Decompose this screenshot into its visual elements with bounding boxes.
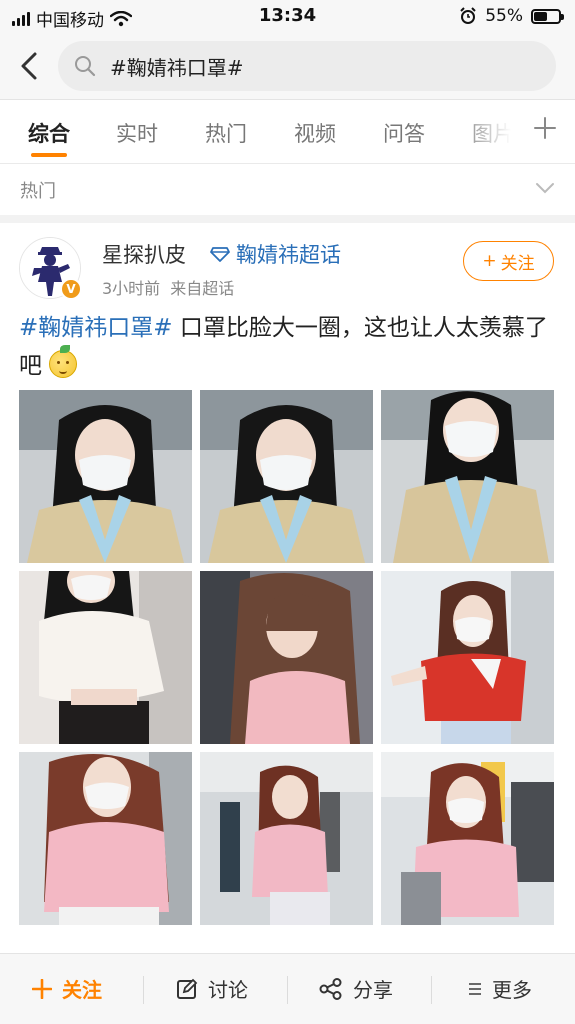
search-query[interactable]: #鞠婧祎口罩# — [110, 52, 244, 81]
plus-icon — [32, 978, 52, 999]
post-meta: 3小时前 来自超话 — [102, 275, 234, 299]
back-button[interactable] — [14, 48, 44, 84]
supertopic-label[interactable]: 鞠婧祎超话 — [236, 239, 341, 269]
plus-icon: + — [482, 251, 497, 271]
discuss-label: 讨论 — [208, 978, 248, 1002]
section-divider — [0, 215, 575, 223]
post-text: #鞠婧祎口罩# 口罩比脸大一圈，这也让人太羡慕了吧 — [19, 309, 559, 385]
photo-thumbnail[interactable] — [381, 752, 554, 925]
search-input[interactable]: #鞠婧祎口罩# — [58, 41, 556, 91]
post-card: V 星探扒皮 鞠婧祎超话 3小时前 来自超话 + 关注 #鞠婧祎口罩# 口罩比脸… — [0, 223, 575, 953]
photo-thumbnail[interactable] — [19, 390, 192, 563]
tab-video[interactable]: 视频 — [294, 118, 336, 148]
photo-thumbnail[interactable] — [200, 571, 373, 744]
post-hashtag[interactable]: #鞠婧祎口罩# — [19, 315, 173, 341]
tab-realtime[interactable]: 实时 — [116, 118, 158, 148]
envious-emoji-icon — [49, 345, 78, 378]
follow-topic-button[interactable]: 关注 — [32, 974, 102, 1003]
post-time: 3小时前 — [102, 279, 161, 298]
status-bar: 中国移动 13:34 55% — [0, 0, 575, 34]
compose-icon — [177, 978, 198, 999]
tab-hot[interactable]: 热门 — [205, 118, 247, 148]
tab-comprehensive[interactable]: 综合 — [28, 118, 70, 148]
active-tab-indicator — [31, 153, 67, 157]
menu-icon — [469, 982, 481, 995]
discuss-button[interactable]: 讨论 — [176, 974, 248, 1003]
alarm-icon — [460, 7, 476, 24]
supertopic-link[interactable]: 鞠婧祎超话 — [210, 239, 341, 269]
photo-thumbnail[interactable] — [19, 752, 192, 925]
battery-icon — [531, 8, 564, 24]
search-icon — [72, 53, 98, 79]
follow-button[interactable]: + 关注 — [463, 241, 554, 281]
follow-label: 关注 — [500, 253, 535, 274]
author-name[interactable]: 星探扒皮 — [102, 239, 186, 269]
photo-grid — [19, 390, 556, 926]
post-source: 来自超话 — [170, 279, 235, 298]
bottom-toolbar: 关注 讨论 分享 更多 — [0, 953, 575, 1024]
follow-topic-label: 关注 — [62, 978, 102, 1002]
status-right: 55% — [459, 6, 564, 26]
tab-fade — [455, 100, 535, 163]
toolbar-divider — [143, 976, 144, 1004]
photo-thumbnail[interactable] — [200, 390, 373, 563]
more-button[interactable]: 更多 — [468, 974, 532, 1003]
sort-filter-label: 热门 — [20, 181, 56, 202]
photo-thumbnail[interactable] — [381, 571, 554, 744]
share-icon — [319, 977, 342, 1000]
toolbar-divider — [287, 976, 288, 1004]
photo-thumbnail[interactable] — [19, 571, 192, 744]
more-label: 更多 — [492, 978, 532, 1002]
share-label: 分享 — [353, 978, 393, 1002]
toolbar-divider — [431, 976, 432, 1004]
chevron-down-icon[interactable] — [535, 181, 555, 195]
search-header: #鞠婧祎口罩# — [0, 34, 575, 100]
photo-thumbnail[interactable] — [200, 752, 373, 925]
diamond-icon — [210, 247, 230, 262]
tab-qa[interactable]: 问答 — [383, 118, 425, 148]
share-button[interactable]: 分享 — [319, 974, 393, 1003]
back-arrow-icon[interactable] — [19, 51, 39, 81]
sort-filter-row[interactable]: 热门 — [0, 165, 575, 215]
verified-badge: V — [60, 278, 82, 300]
battery-percent: 55% — [485, 6, 523, 26]
photo-thumbnail[interactable] — [381, 390, 554, 563]
add-tab-icon[interactable] — [533, 116, 557, 140]
